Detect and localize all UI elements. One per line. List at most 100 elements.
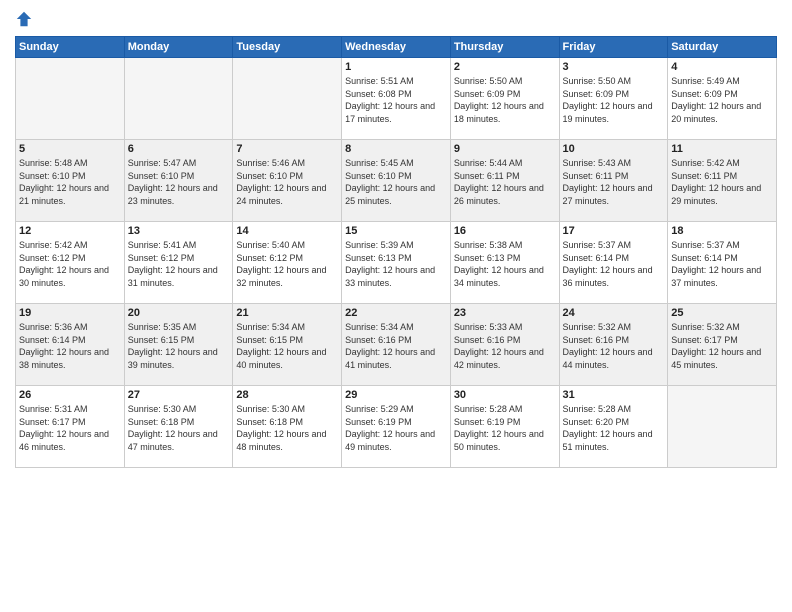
day-info: Sunrise: 5:44 AMSunset: 6:11 PMDaylight:… <box>454 157 556 207</box>
calendar-cell: 2 Sunrise: 5:50 AMSunset: 6:09 PMDaylight… <box>450 58 559 140</box>
header <box>15 10 777 28</box>
day-info: Sunrise: 5:42 AMSunset: 6:12 PMDaylight:… <box>19 239 121 289</box>
weekday-header: Saturday <box>668 37 777 58</box>
day-number: 4 <box>671 61 773 73</box>
day-number: 22 <box>345 307 447 319</box>
calendar-cell: 4 Sunrise: 5:49 AMSunset: 6:09 PMDaylight… <box>668 58 777 140</box>
day-info: Sunrise: 5:49 AMSunset: 6:09 PMDaylight:… <box>671 75 773 125</box>
day-number: 11 <box>671 143 773 155</box>
calendar-cell: 18 Sunrise: 5:37 AMSunset: 6:14 PMDayligh… <box>668 222 777 304</box>
day-info: Sunrise: 5:32 AMSunset: 6:16 PMDaylight:… <box>563 321 665 371</box>
day-number: 16 <box>454 225 556 237</box>
week-row: 26 Sunrise: 5:31 AMSunset: 6:17 PMDayligh… <box>16 386 777 468</box>
day-info: Sunrise: 5:31 AMSunset: 6:17 PMDaylight:… <box>19 403 121 453</box>
calendar-cell <box>16 58 125 140</box>
day-info: Sunrise: 5:43 AMSunset: 6:11 PMDaylight:… <box>563 157 665 207</box>
calendar-cell: 3Sunrise: 5:50 AMSunset: 6:09 PMDaylight… <box>559 58 668 140</box>
day-info: Sunrise: 5:39 AMSunset: 6:13 PMDaylight:… <box>345 239 447 289</box>
week-row: 1 Sunrise: 5:51 AMSunset: 6:08 PMDaylight… <box>16 58 777 140</box>
day-number: 6 <box>128 143 230 155</box>
weekday-header: Friday <box>559 37 668 58</box>
calendar-cell: 12 Sunrise: 5:42 AMSunset: 6:12 PMDayligh… <box>16 222 125 304</box>
day-info: Sunrise: 5:37 AMSunset: 6:14 PMDaylight:… <box>563 239 665 289</box>
day-number: 28 <box>236 389 338 401</box>
day-info: Sunrise: 5:41 AMSunset: 6:12 PMDaylight:… <box>128 239 230 289</box>
calendar-cell: 1 Sunrise: 5:51 AMSunset: 6:08 PMDaylight… <box>342 58 451 140</box>
day-number: 18 <box>671 225 773 237</box>
day-number: 13 <box>128 225 230 237</box>
calendar-cell: 23 Sunrise: 5:33 AMSunset: 6:16 PMDayligh… <box>450 304 559 386</box>
calendar-cell: 27 Sunrise: 5:30 AMSunset: 6:18 PMDayligh… <box>124 386 233 468</box>
day-number: 20 <box>128 307 230 319</box>
day-number: 12 <box>19 225 121 237</box>
day-number: 9 <box>454 143 556 155</box>
day-number: 2 <box>454 61 556 73</box>
calendar-cell: 9 Sunrise: 5:44 AMSunset: 6:11 PMDaylight… <box>450 140 559 222</box>
day-info: Sunrise: 5:48 AMSunset: 6:10 PMDaylight:… <box>19 157 121 207</box>
logo-icon <box>15 10 33 28</box>
day-info: Sunrise: 5:40 AMSunset: 6:12 PMDaylight:… <box>236 239 338 289</box>
calendar-cell: 22 Sunrise: 5:34 AMSunset: 6:16 PMDayligh… <box>342 304 451 386</box>
day-number: 21 <box>236 307 338 319</box>
day-number: 14 <box>236 225 338 237</box>
calendar-cell: 21Sunrise: 5:34 AMSunset: 6:15 PMDayligh… <box>233 304 342 386</box>
day-number: 5 <box>19 143 121 155</box>
calendar-cell: 31 Sunrise: 5:28 AMSunset: 6:20 PMDayligh… <box>559 386 668 468</box>
week-row: 5 Sunrise: 5:48 AMSunset: 6:10 PMDaylight… <box>16 140 777 222</box>
day-info: Sunrise: 5:30 AMSunset: 6:18 PMDaylight:… <box>128 403 230 453</box>
week-row: 19 Sunrise: 5:36 AMSunset: 6:14 PMDayligh… <box>16 304 777 386</box>
calendar-cell: 26 Sunrise: 5:31 AMSunset: 6:17 PMDayligh… <box>16 386 125 468</box>
day-info: Sunrise: 5:51 AMSunset: 6:08 PMDaylight:… <box>345 75 447 125</box>
day-info: Sunrise: 5:29 AMSunset: 6:19 PMDaylight:… <box>345 403 447 453</box>
day-number: 19 <box>19 307 121 319</box>
calendar-cell: 29 Sunrise: 5:29 AMSunset: 6:19 PMDayligh… <box>342 386 451 468</box>
day-number: 29 <box>345 389 447 401</box>
weekday-header: Wednesday <box>342 37 451 58</box>
weekday-header: Thursday <box>450 37 559 58</box>
day-number: 10 <box>563 143 665 155</box>
day-info: Sunrise: 5:50 AMSunset: 6:09 PMDaylight:… <box>454 75 556 125</box>
day-info: Sunrise: 5:33 AMSunset: 6:16 PMDaylight:… <box>454 321 556 371</box>
day-info: Sunrise: 5:42 AMSunset: 6:11 PMDaylight:… <box>671 157 773 207</box>
calendar-cell: 17 Sunrise: 5:37 AMSunset: 6:14 PMDayligh… <box>559 222 668 304</box>
calendar: SundayMondayTuesdayWednesdayThursdayFrid… <box>15 36 777 468</box>
calendar-cell: 15Sunrise: 5:39 AMSunset: 6:13 PMDayligh… <box>342 222 451 304</box>
day-number: 31 <box>563 389 665 401</box>
calendar-cell: 30Sunrise: 5:28 AMSunset: 6:19 PMDayligh… <box>450 386 559 468</box>
calendar-cell: 16Sunrise: 5:38 AMSunset: 6:13 PMDayligh… <box>450 222 559 304</box>
day-number: 1 <box>345 61 447 73</box>
day-number: 8 <box>345 143 447 155</box>
day-number: 26 <box>19 389 121 401</box>
week-row: 12 Sunrise: 5:42 AMSunset: 6:12 PMDayligh… <box>16 222 777 304</box>
calendar-cell: 11 Sunrise: 5:42 AMSunset: 6:11 PMDayligh… <box>668 140 777 222</box>
day-info: Sunrise: 5:45 AMSunset: 6:10 PMDaylight:… <box>345 157 447 207</box>
calendar-cell: 14 Sunrise: 5:40 AMSunset: 6:12 PMDayligh… <box>233 222 342 304</box>
calendar-cell: 24 Sunrise: 5:32 AMSunset: 6:16 PMDayligh… <box>559 304 668 386</box>
calendar-cell: 13 Sunrise: 5:41 AMSunset: 6:12 PMDayligh… <box>124 222 233 304</box>
calendar-cell: 8 Sunrise: 5:45 AMSunset: 6:10 PMDaylight… <box>342 140 451 222</box>
weekday-header: Monday <box>124 37 233 58</box>
day-info: Sunrise: 5:35 AMSunset: 6:15 PMDaylight:… <box>128 321 230 371</box>
calendar-cell: 28Sunrise: 5:30 AMSunset: 6:18 PMDayligh… <box>233 386 342 468</box>
day-number: 7 <box>236 143 338 155</box>
page: SundayMondayTuesdayWednesdayThursdayFrid… <box>0 0 792 612</box>
logo <box>15 10 37 28</box>
day-info: Sunrise: 5:32 AMSunset: 6:17 PMDaylight:… <box>671 321 773 371</box>
day-info: Sunrise: 5:37 AMSunset: 6:14 PMDaylight:… <box>671 239 773 289</box>
calendar-cell <box>124 58 233 140</box>
day-number: 17 <box>563 225 665 237</box>
calendar-cell: 6Sunrise: 5:47 AMSunset: 6:10 PMDaylight… <box>124 140 233 222</box>
day-number: 23 <box>454 307 556 319</box>
day-info: Sunrise: 5:36 AMSunset: 6:14 PMDaylight:… <box>19 321 121 371</box>
day-info: Sunrise: 5:34 AMSunset: 6:16 PMDaylight:… <box>345 321 447 371</box>
day-number: 24 <box>563 307 665 319</box>
day-info: Sunrise: 5:28 AMSunset: 6:20 PMDaylight:… <box>563 403 665 453</box>
day-info: Sunrise: 5:46 AMSunset: 6:10 PMDaylight:… <box>236 157 338 207</box>
calendar-cell: 5 Sunrise: 5:48 AMSunset: 6:10 PMDaylight… <box>16 140 125 222</box>
day-number: 25 <box>671 307 773 319</box>
day-info: Sunrise: 5:28 AMSunset: 6:19 PMDaylight:… <box>454 403 556 453</box>
calendar-cell <box>668 386 777 468</box>
calendar-cell: 25 Sunrise: 5:32 AMSunset: 6:17 PMDayligh… <box>668 304 777 386</box>
calendar-cell: 19 Sunrise: 5:36 AMSunset: 6:14 PMDayligh… <box>16 304 125 386</box>
day-number: 27 <box>128 389 230 401</box>
